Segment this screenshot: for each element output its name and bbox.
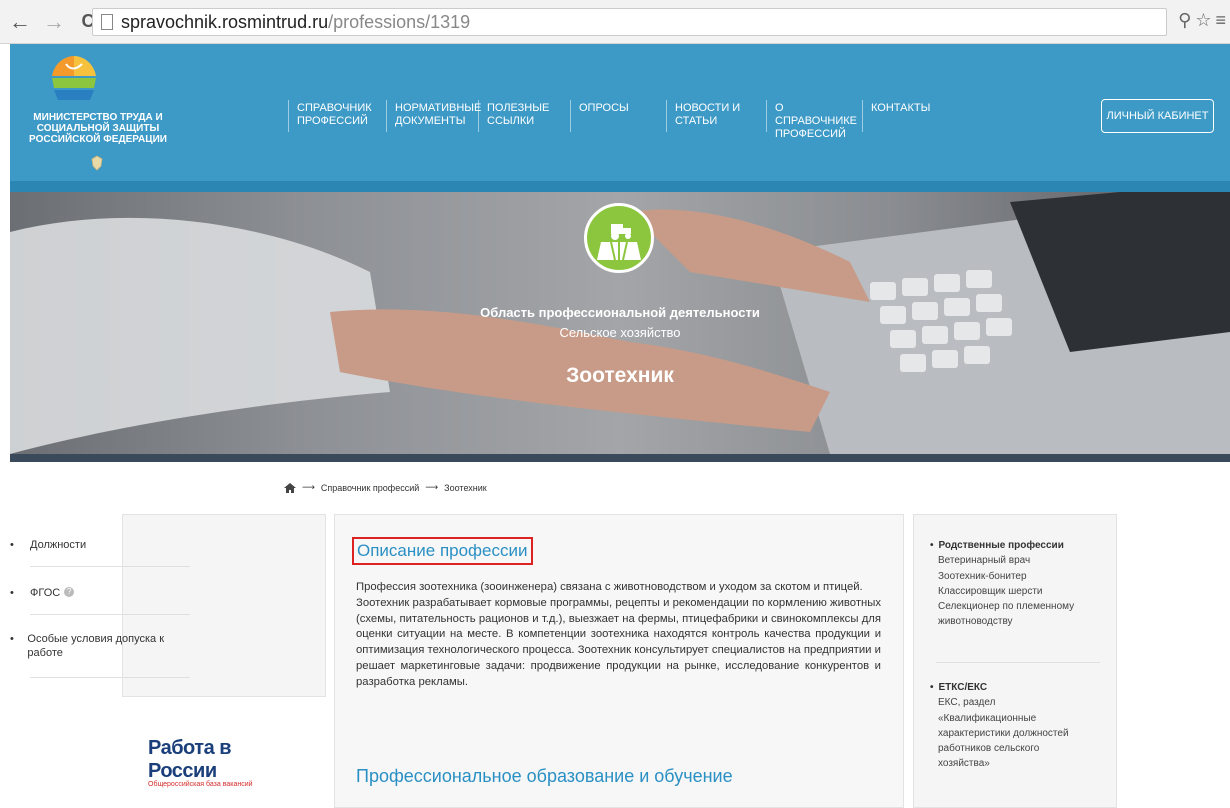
personal-cabinet-button[interactable]: ЛИЧНЫЙ КАБИНЕТ xyxy=(1101,99,1214,133)
left-sidebar xyxy=(122,514,326,697)
etks-link[interactable]: характеристики должностей xyxy=(930,726,1069,741)
etks-block: ЕТКС/ЕКС ЕКС, раздел «Квалификационные х… xyxy=(930,680,1069,772)
home-icon[interactable] xyxy=(284,482,296,493)
nav-item-polls[interactable]: ОПРОСЫ xyxy=(570,100,666,132)
description-paragraph: Зоотехник разрабатывает кормовые програм… xyxy=(356,596,881,688)
breadcrumb-item-spravochnik[interactable]: Справочник профессий xyxy=(321,483,419,493)
sidebar-item-label: Особые условия допуска к работе xyxy=(27,633,165,659)
nav-item-links[interactable]: ПОЛЕЗНЫЕ ССЫЛКИ xyxy=(478,100,570,132)
back-arrow-icon[interactable]: ← xyxy=(6,8,34,36)
section-title-description: Описание профессии xyxy=(352,537,533,565)
nav-item-about[interactable]: О СПРАВОЧНИКЕ ПРОФЕССИЙ xyxy=(766,100,862,140)
sidebar-item-label: Должности xyxy=(30,539,87,551)
related-profession-link[interactable]: Зоотехник-бонитер xyxy=(930,569,1074,584)
page-icon xyxy=(101,14,113,30)
hero-bottom-bar xyxy=(10,454,1230,462)
description-paragraph: Профессия зоотехника (зооинженера) связа… xyxy=(356,581,863,593)
header-strip xyxy=(10,181,1230,192)
url-domain: spravochnik.rosmintrud.ru xyxy=(121,11,329,32)
sidebar-item-label: ФГОС xyxy=(30,587,61,599)
ministry-name[interactable]: МИНИСТЕРСТВО ТРУДА И СОЦИАЛЬНОЙ ЗАЩИТЫ Р… xyxy=(18,112,178,145)
related-profession-link[interactable]: Классировщик шерсти xyxy=(930,584,1074,599)
rabota-title: Работа в России xyxy=(148,737,232,782)
ministry-logo-icon[interactable] xyxy=(44,52,104,104)
sidebar-item-fgos[interactable]: • ФГОС? xyxy=(10,587,75,599)
related-profession-link[interactable]: Селекционер по племенному xyxy=(930,599,1074,614)
nav-item-news[interactable]: НОВОСТИ И СТАТЬИ xyxy=(666,100,766,132)
breadcrumb-separator: ⟶ xyxy=(302,482,315,492)
main-nav: СПРАВОЧНИК ПРОФЕССИЙ НОРМАТИВНЫЕ ДОКУМЕН… xyxy=(288,100,952,140)
breadcrumb-separator: ⟶ xyxy=(425,482,439,492)
hero-area-value: Сельское хозяйство xyxy=(559,325,681,340)
related-profession-link[interactable]: Ветеринарный врач xyxy=(930,553,1074,568)
breadcrumb-item-current: Зоотехник xyxy=(444,482,487,493)
address-bar[interactable]: spravochnik.rosmintrud.ru/professions/13… xyxy=(92,8,1167,36)
etks-link[interactable]: «Квалификационные xyxy=(930,711,1069,726)
etks-link[interactable]: хозяйства» xyxy=(930,756,1069,771)
coat-of-arms-icon xyxy=(91,155,103,171)
agriculture-badge xyxy=(584,203,654,273)
sidebar-item-positions[interactable]: • Должности xyxy=(10,539,86,551)
etks-line: ЕКС, раздел xyxy=(938,697,996,709)
info-icon[interactable]: ? xyxy=(64,587,75,597)
nav-item-documents[interactable]: НОРМАТИВНЫЕ ДОКУМЕНТЫ xyxy=(386,100,481,132)
profession-description: Профессия зоотехника (зооинженера) связа… xyxy=(356,580,881,691)
etks-title: ЕТКС/ЕКС xyxy=(930,680,1069,695)
breadcrumb: ⟶ Справочник профессий ⟶ Зоотехник xyxy=(284,482,487,493)
menu-icon[interactable]: ≡ xyxy=(1215,10,1226,31)
related-professions: Родственные профессии Ветеринарный врач … xyxy=(930,538,1074,630)
forward-arrow-icon[interactable]: → xyxy=(40,8,68,36)
nav-item-contacts[interactable]: КОНТАКТЫ xyxy=(862,100,952,132)
browser-toolbar: ← → C spravochnik.rosmintrud.ru/professi… xyxy=(0,0,1230,44)
etks-link[interactable]: работников сельского xyxy=(930,741,1069,756)
section-title-education: Профессиональное образование и обучение xyxy=(356,766,733,786)
tractor-field-icon xyxy=(597,224,641,260)
zoom-icon[interactable]: ⚲ xyxy=(1178,10,1191,31)
rabota-v-rossii-logo[interactable]: Работа в России Общероссийская база вака… xyxy=(148,737,298,788)
bookmark-star-icon[interactable]: ☆ xyxy=(1195,10,1211,31)
profession-title: Зоотехник xyxy=(566,364,674,387)
url-path: /professions/1319 xyxy=(328,11,471,32)
nav-item-spravochnik[interactable]: СПРАВОЧНИК ПРОФЕССИЙ xyxy=(288,100,386,132)
hero-area-label: Область профессиональной деятельности xyxy=(480,305,760,320)
related-profession-link[interactable]: животноводству xyxy=(930,614,1074,629)
related-professions-title: Родственные профессии xyxy=(930,538,1074,553)
sidebar-item-special-conditions[interactable]: • Особые условия допуска к работе xyxy=(10,632,180,660)
rabota-subtitle: Общероссийская база вакансий xyxy=(148,781,253,788)
